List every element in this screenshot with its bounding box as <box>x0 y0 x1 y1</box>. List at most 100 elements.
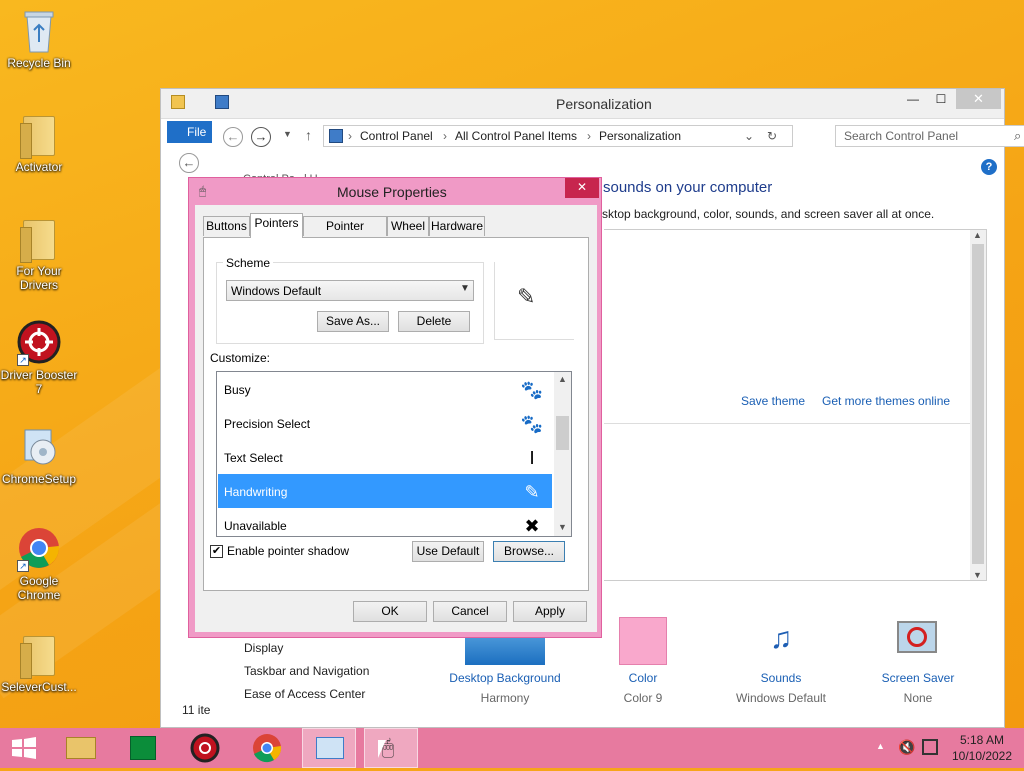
browse-button[interactable]: Browse... <box>493 541 565 562</box>
color-item[interactable]: Color Color 9 <box>619 617 667 705</box>
see-also-taskbar[interactable]: Taskbar and Navigation <box>244 664 369 678</box>
breadcrumb-personalization[interactable]: Personalization <box>599 129 681 143</box>
search-icon[interactable]: ⌕ <box>1014 128 1021 144</box>
control-panel-icon <box>316 737 344 759</box>
refresh-icon[interactable]: ↻ <box>767 129 777 143</box>
show-hidden-icons[interactable]: ▲ <box>876 741 885 751</box>
taskbar-control-panel[interactable] <box>302 728 356 768</box>
network-icon[interactable] <box>922 739 938 755</box>
tab-pointers[interactable]: Pointers <box>250 213 303 238</box>
start-button[interactable] <box>0 728 48 768</box>
scroll-thumb[interactable] <box>556 416 569 450</box>
busy-cursor-icon: 🐾 <box>520 380 544 400</box>
desktop-icon-driver-booster[interactable]: ↗ Driver Booster 7 <box>0 320 78 396</box>
forward-button[interactable]: → <box>251 127 271 147</box>
address-bar[interactable]: › Control Panel › All Control Panel Item… <box>323 125 793 147</box>
breadcrumb-all-items[interactable]: All Control Panel Items <box>455 129 577 143</box>
screen-saver-item[interactable]: Screen Saver None <box>882 617 954 705</box>
color-title: Color <box>628 671 658 685</box>
scroll-down-icon[interactable]: ▼ <box>973 570 982 580</box>
volume-muted-icon[interactable]: 🔇 <box>898 739 915 756</box>
maximize-button[interactable]: ☐ <box>929 89 953 109</box>
enable-shadow-checkbox[interactable]: ✔ <box>210 545 223 558</box>
scroll-up-icon[interactable]: ▲ <box>558 374 567 384</box>
tab-hardware[interactable]: Hardware <box>429 216 485 236</box>
screen-saver-icon <box>893 617 943 665</box>
cursor-row-precision-select[interactable]: Precision Select 🐾 <box>218 406 552 440</box>
use-default-button[interactable]: Use Default <box>412 541 484 562</box>
ok-button[interactable]: OK <box>353 601 427 622</box>
scroll-thumb[interactable] <box>972 244 984 564</box>
chrome-icon: ↗ <box>17 526 61 572</box>
desktop-icon-for-your-drivers[interactable]: For Your Drivers <box>0 216 78 292</box>
get-more-themes-link[interactable]: Get more themes online <box>822 394 950 408</box>
themes-list[interactable]: ▲ ▼ Save theme Get more themes online <box>604 229 987 581</box>
search-box[interactable]: Search Control Panel ⌕ <box>835 125 1024 147</box>
scroll-up-icon[interactable]: ▲ <box>973 230 982 240</box>
window-titlebar[interactable]: Personalization — ☐ ✕ <box>161 89 1004 119</box>
cursor-row-busy[interactable]: Busy 🐾 <box>218 372 552 406</box>
desktop-icon-label: Recycle Bin <box>7 56 71 70</box>
minimize-button[interactable]: — <box>901 89 925 109</box>
shortcut-arrow-icon: ↗ <box>17 560 29 572</box>
save-theme-link[interactable]: Save theme <box>741 394 805 408</box>
up-arrow-icon[interactable]: ↑ <box>305 127 312 143</box>
sounds-item[interactable]: ♫ Sounds Windows Default <box>736 617 826 705</box>
save-as-button[interactable]: Save As... <box>317 311 389 332</box>
breadcrumb-control-panel[interactable]: Control Panel <box>360 129 433 143</box>
search-input[interactable]: Search Control Panel <box>844 129 958 143</box>
cancel-button[interactable]: Cancel <box>433 601 507 622</box>
desktop-icon-selevercust[interactable]: SeleverCust... <box>0 632 78 694</box>
scheme-select[interactable]: Windows Default ▼ <box>226 280 474 301</box>
color-swatch <box>619 617 667 665</box>
close-button[interactable]: ✕ <box>956 89 1001 109</box>
setup-icon <box>17 424 61 468</box>
cursor-row-text-select[interactable]: Text Select Ⅰ <box>218 440 552 474</box>
tab-wheel[interactable]: Wheel <box>387 216 429 236</box>
handwriting-cursor-icon: ✎ <box>524 482 540 502</box>
mouse-icon: 🖱 <box>199 184 207 198</box>
see-also-ease-of-access[interactable]: Ease of Access Center <box>244 687 365 701</box>
cursor-name: Unavailable <box>224 519 287 533</box>
ribbon-file-tab[interactable]: File <box>167 121 212 143</box>
clock[interactable]: 5:18 AM 10/10/2022 <box>946 732 1018 764</box>
tab-pointer-options[interactable]: Pointer Options <box>303 216 387 251</box>
taskbar-store[interactable] <box>116 728 170 768</box>
dialog-titlebar[interactable]: 🖱 Mouse Properties ✕ <box>189 178 601 205</box>
clock-time: 5:18 AM <box>959 733 1005 747</box>
taskbar-chrome[interactable] <box>240 728 294 768</box>
recent-locations-icon[interactable]: ▼ <box>283 129 292 139</box>
cursor-list-scrollbar[interactable]: ▲ ▼ <box>554 372 571 536</box>
scroll-down-icon[interactable]: ▼ <box>558 522 567 532</box>
desktop-icon-recycle-bin[interactable]: Recycle Bin <box>0 8 78 70</box>
back-button[interactable]: ← <box>223 127 243 147</box>
cursor-row-unavailable[interactable]: Unavailable ✖ <box>218 508 552 536</box>
desktop-icon-label: Activator <box>15 160 63 174</box>
chevron-down-icon[interactable]: ⌄ <box>744 129 754 143</box>
taskbar-driver-booster[interactable] <box>178 728 232 768</box>
cursor-list[interactable]: Busy 🐾 Precision Select 🐾 Text Select Ⅰ … <box>216 371 572 537</box>
apply-button[interactable]: Apply <box>513 601 587 622</box>
back-arrow-icon[interactable]: ← <box>179 153 199 173</box>
sounds-icon: ♫ <box>769 622 793 655</box>
themes-scrollbar[interactable]: ▲ ▼ <box>970 230 986 580</box>
file-explorer-icon <box>66 737 96 759</box>
scheme-group: Scheme Windows Default ▼ Save As... Dele… <box>216 256 484 344</box>
see-also-display[interactable]: Display <box>244 641 283 655</box>
tab-buttons[interactable]: Buttons <box>203 216 250 236</box>
taskbar-mouse-properties[interactable]: 🖱 <box>364 728 418 768</box>
chrome-icon <box>253 734 282 763</box>
desktop-icon-chromesetup[interactable]: ChromeSetup <box>0 424 78 486</box>
delete-button[interactable]: Delete <box>398 311 470 332</box>
cursor-row-handwriting[interactable]: Handwriting ✎ <box>218 474 552 508</box>
chevron-down-icon: ▼ <box>460 283 470 294</box>
desktop-icon-google-chrome[interactable]: ↗ Google Chrome <box>0 526 78 602</box>
close-button[interactable]: ✕ <box>565 178 599 198</box>
desktop-background-value: Harmony <box>480 691 530 705</box>
desktop-icon-activator[interactable]: Activator <box>0 112 78 174</box>
desktop-icon-label: Google Chrome <box>17 574 61 602</box>
sounds-title: Sounds <box>760 671 802 685</box>
help-icon[interactable]: ? <box>981 159 997 175</box>
taskbar-file-explorer[interactable] <box>54 728 108 768</box>
navigation-bar: ← → ▼ ↑ › Control Panel › All Control Pa… <box>211 123 1024 151</box>
